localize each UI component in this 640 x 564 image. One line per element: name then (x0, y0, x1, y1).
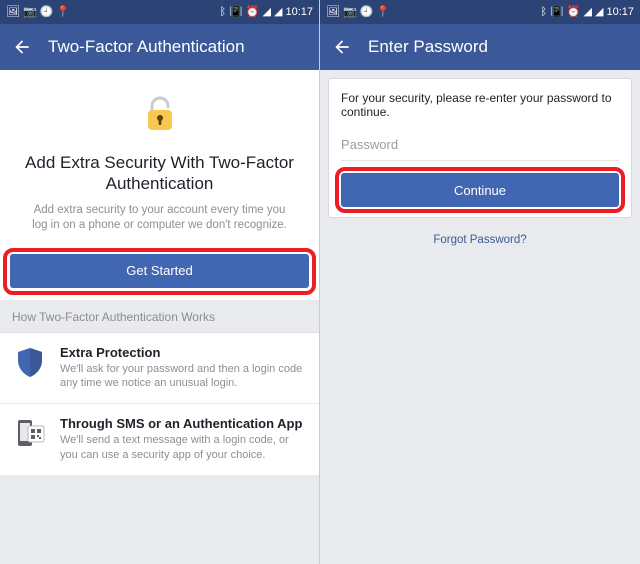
info-title: Through SMS or an Authentication App (60, 416, 307, 431)
back-button[interactable] (10, 35, 34, 59)
signal-icon: ◢ (595, 7, 603, 18)
alarm-ring-icon: ⏰ (567, 7, 581, 18)
section-header: How Two-Factor Authentication Works (0, 300, 319, 333)
appbar-right: Enter Password (320, 24, 640, 70)
appbar-left: Two-Factor Authentication (0, 24, 319, 70)
info-title: Extra Protection (60, 345, 307, 360)
password-input[interactable] (341, 133, 619, 161)
continue-button[interactable]: Continue (341, 173, 619, 207)
image-icon: 🖼 (6, 7, 20, 18)
shield-icon (12, 345, 48, 381)
info-desc: We'll send a text message with a login c… (60, 433, 307, 463)
camera-icon: 📷 (23, 7, 37, 18)
vibrate-icon: 📳 (229, 7, 243, 18)
hero-desc: Add extra security to your account every… (18, 203, 301, 234)
map-small-icon: 📍 (56, 7, 70, 18)
screen-enter-password: 🖼 📷 🕘 📍 ᛒ 📳 ⏰ ◢ ◢ 10:17 Enter Password F… (320, 0, 640, 564)
arrow-left-icon (12, 37, 32, 57)
camera-icon: 📷 (343, 7, 357, 18)
get-started-button[interactable]: Get Started (10, 254, 309, 288)
clock-small-icon: 🕘 (40, 7, 54, 18)
bluetooth-icon: ᛒ (220, 7, 227, 18)
image-icon: 🖼 (326, 7, 340, 18)
arrow-left-icon (332, 37, 352, 57)
status-right-icons: ᛒ 📳 ⏰ ◢ ◢ 10:17 (541, 7, 634, 18)
map-small-icon: 📍 (376, 7, 390, 18)
appbar-title: Two-Factor Authentication (48, 37, 245, 57)
screen-two-factor: 🖼 📷 🕘 📍 ᛒ 📳 ⏰ ◢ ◢ 10:17 Two-Factor Authe… (0, 0, 320, 564)
security-message: For your security, please re-enter your … (341, 91, 619, 119)
network-icon: ◢ (263, 7, 271, 18)
back-button[interactable] (330, 35, 354, 59)
bluetooth-icon: ᛒ (541, 7, 548, 18)
info-row-sms-app: Through SMS or an Authentication App We'… (0, 404, 319, 475)
password-card: For your security, please re-enter your … (328, 78, 632, 218)
network-icon: ◢ (584, 7, 592, 18)
signal-icon: ◢ (274, 7, 282, 18)
appbar-title: Enter Password (368, 37, 488, 57)
lock-key-icon (138, 92, 182, 136)
status-time: 10:17 (606, 7, 634, 18)
status-time: 10:17 (285, 7, 313, 18)
hero-title: Add Extra Security With Two-Factor Authe… (18, 152, 301, 195)
alarm-ring-icon: ⏰ (246, 7, 260, 18)
phone-qr-icon (12, 416, 48, 452)
status-left-icons: 🖼 📷 🕘 📍 (6, 7, 70, 18)
info-desc: We'll ask for your password and then a l… (60, 362, 307, 392)
status-left-icons: 🖼 📷 🕘 📍 (326, 7, 390, 18)
forgot-password-link[interactable]: Forgot Password? (320, 234, 640, 246)
vibrate-icon: 📳 (550, 7, 564, 18)
info-row-extra-protection: Extra Protection We'll ask for your pass… (0, 333, 319, 405)
hero-section: Add Extra Security With Two-Factor Authe… (0, 70, 319, 300)
status-bar: 🖼 📷 🕘 📍 ᛒ 📳 ⏰ ◢ ◢ 10:17 (0, 0, 319, 24)
status-bar: 🖼 📷 🕘 📍 ᛒ 📳 ⏰ ◢ ◢ 10:17 (320, 0, 640, 24)
clock-small-icon: 🕘 (360, 7, 374, 18)
status-right-icons: ᛒ 📳 ⏰ ◢ ◢ 10:17 (220, 7, 313, 18)
